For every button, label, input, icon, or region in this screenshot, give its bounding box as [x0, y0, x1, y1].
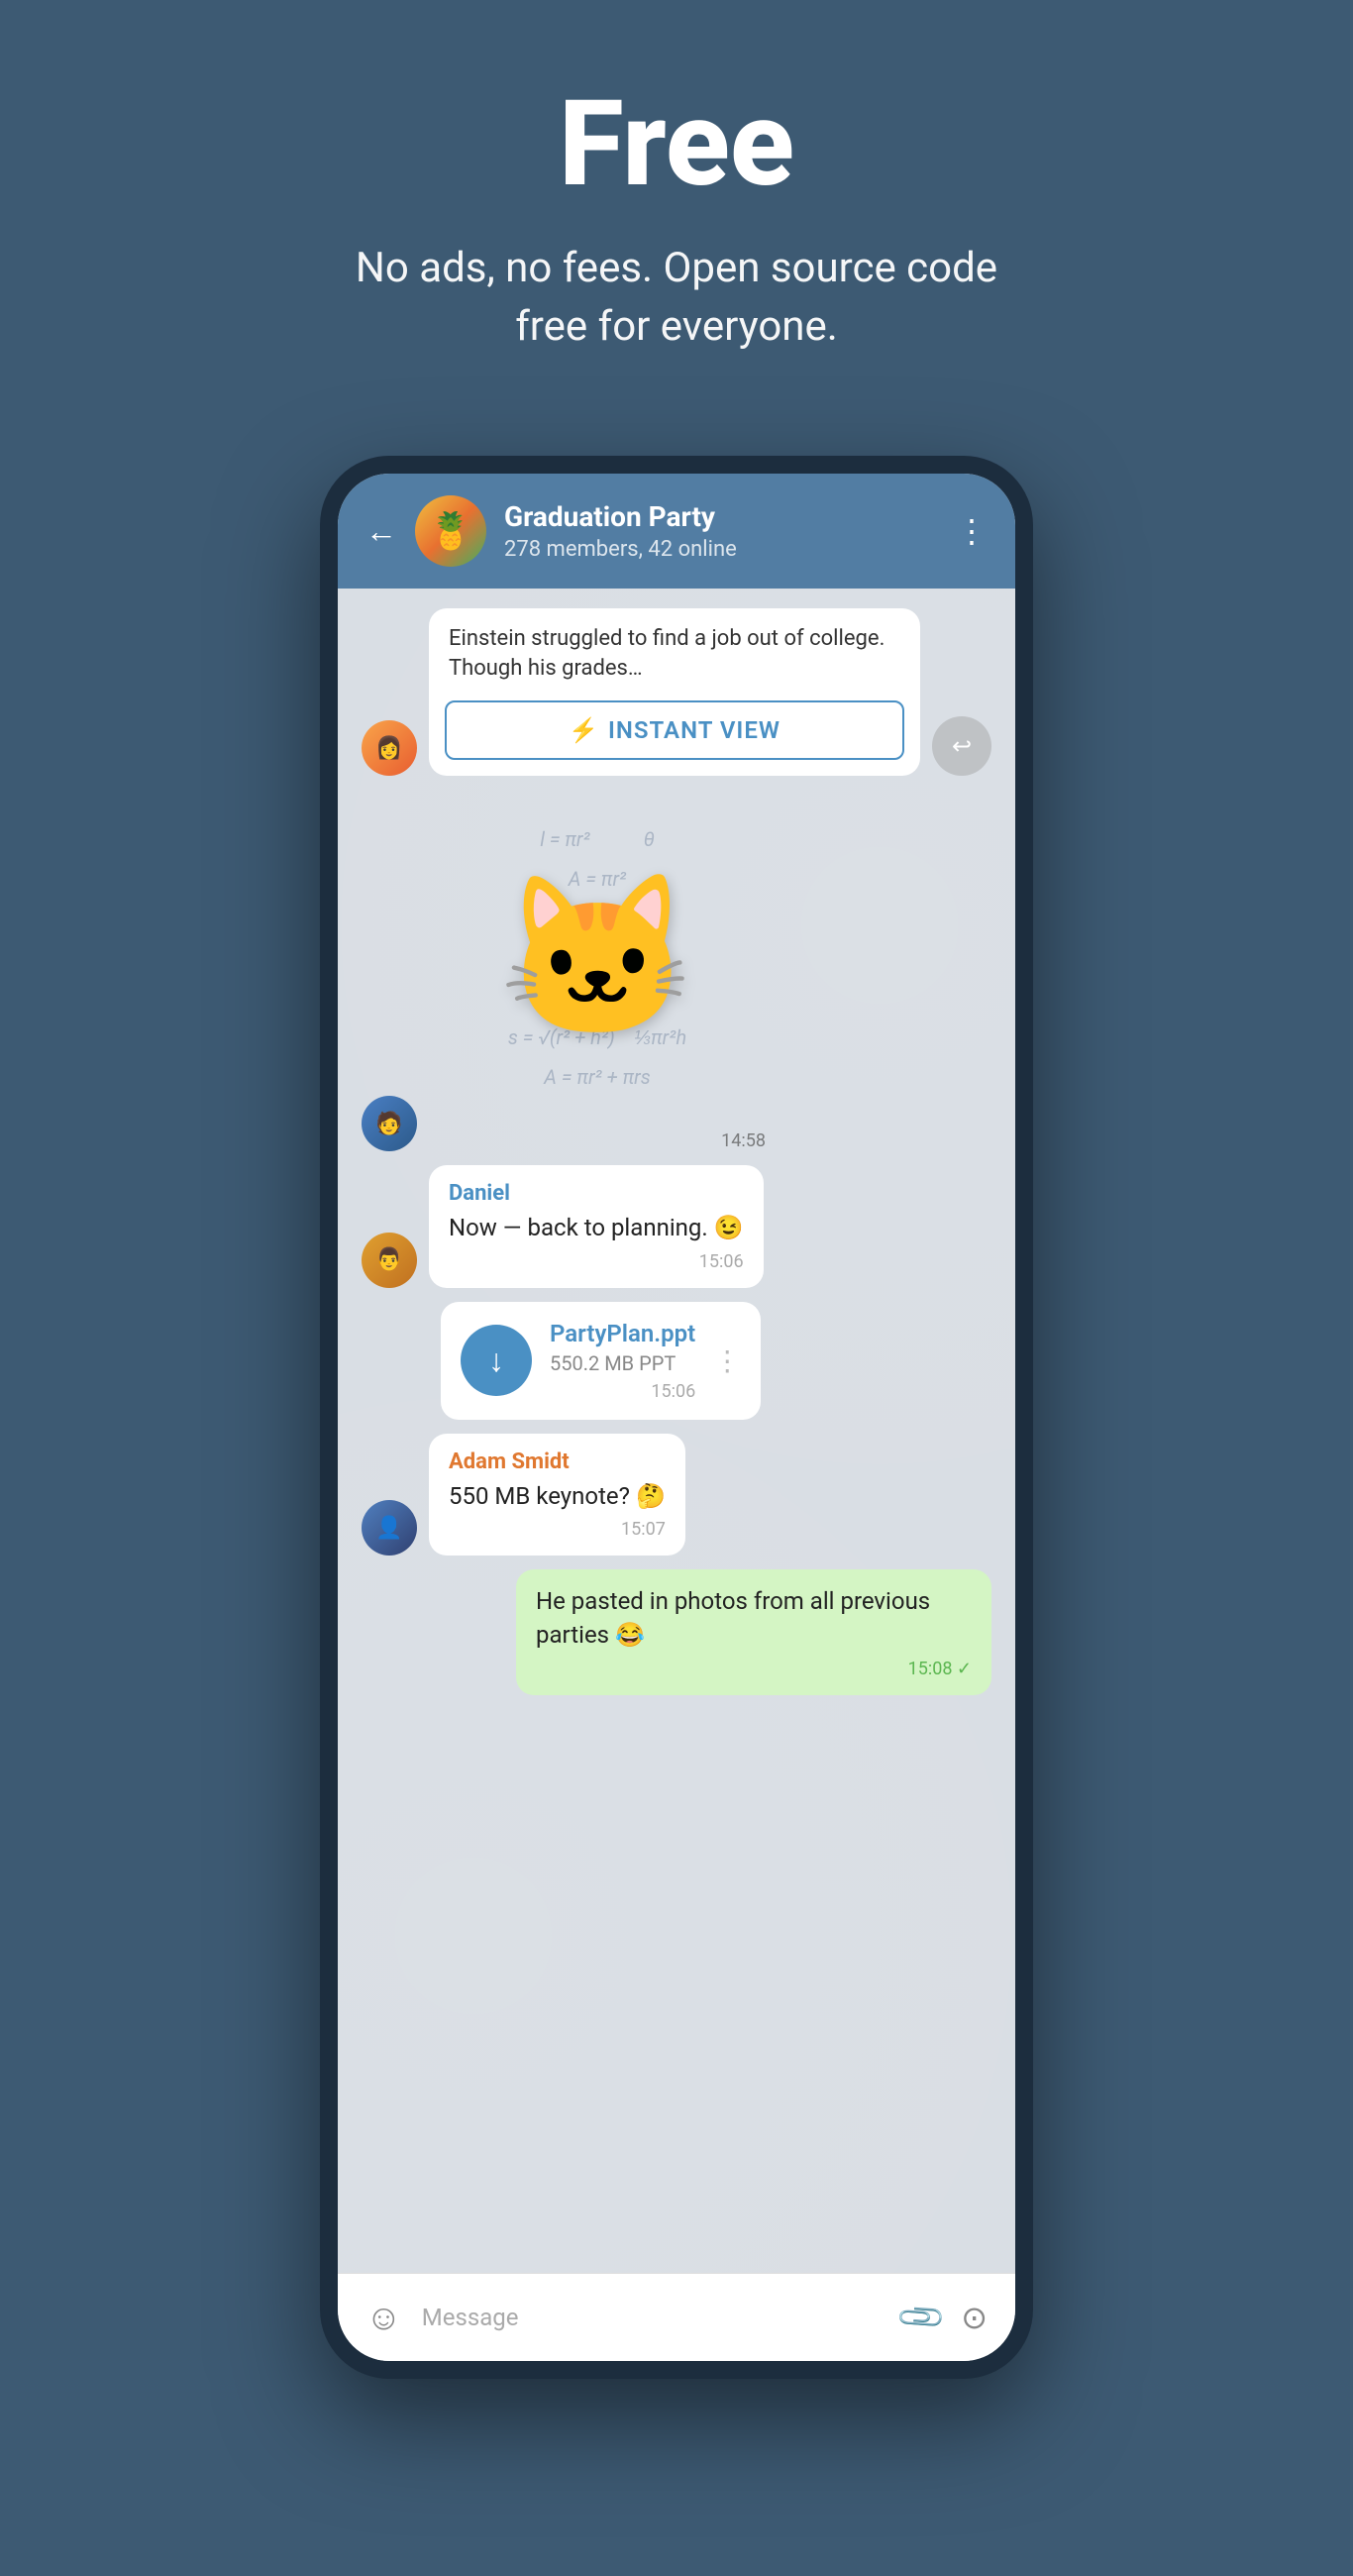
group-avatar: 🍍: [415, 495, 486, 567]
daniel-message-row: 👨 Daniel Now — back to planning. 😉 15:06: [362, 1165, 991, 1288]
cat-sticker: 🐱: [498, 866, 695, 1051]
attach-button[interactable]: 📎: [894, 2290, 949, 2344]
article-bubble: Einstein struggled to find a job out of …: [429, 608, 920, 777]
my-bubble: He pasted in photos from all previous pa…: [516, 1569, 991, 1694]
adam-message-row: 👤 Adam Smidt 550 MB keynote? 🤔 15:07: [362, 1434, 991, 1556]
instant-view-label: INSTANT VIEW: [608, 716, 781, 744]
download-button[interactable]: ↓: [461, 1325, 532, 1396]
instant-view-button[interactable]: ⚡ INSTANT VIEW: [445, 700, 904, 760]
chat-header: ← 🍍 Graduation Party 278 members, 42 onl…: [338, 474, 1015, 589]
sticker-math-bg: l = πr² θ A = πr² V = l³ P = 2πr A = πr³…: [429, 790, 766, 1127]
phone-screen: ← 🍍 Graduation Party 278 members, 42 onl…: [338, 474, 1015, 2361]
group-avatar-emoji: 🍍: [429, 510, 473, 552]
chat-body: 👩 Einstein struggled to find a job out o…: [338, 589, 1015, 2273]
share-icon: ↩: [952, 732, 972, 760]
article-text: Einstein struggled to find a job out of …: [429, 608, 920, 694]
avatar-daniel-emoji: 👨: [375, 1247, 402, 1272]
avatar-daniel: 👨: [362, 1233, 417, 1288]
check-mark-icon: ✓: [957, 1659, 972, 1679]
camera-button[interactable]: ⊙: [961, 2299, 988, 2336]
group-meta: 278 members, 42 online: [504, 537, 938, 562]
my-message-row: He pasted in photos from all previous pa…: [362, 1569, 991, 1694]
adam-message-time: 15:07: [449, 1519, 666, 1540]
group-info: Graduation Party 278 members, 42 online: [504, 500, 938, 562]
hero-subtitle: No ads, no fees. Open source code free f…: [330, 240, 1023, 357]
avatar-girl: 👩: [362, 720, 417, 776]
daniel-bubble: Daniel Now — back to planning. 😉 15:06: [429, 1165, 764, 1288]
my-message-text: He pasted in photos from all previous pa…: [536, 1585, 972, 1652]
file-message-row: ↓ PartyPlan.ppt 550.2 MB PPT 15:06 ⋮: [362, 1302, 991, 1420]
file-name: PartyPlan.ppt: [550, 1320, 695, 1347]
file-more-button[interactable]: ⋮: [713, 1344, 741, 1377]
file-meta: 550.2 MB PPT: [550, 1351, 695, 1375]
adam-sender-name: Adam Smidt: [449, 1449, 666, 1474]
adam-bubble: Adam Smidt 550 MB keynote? 🤔 15:07: [429, 1434, 685, 1556]
hero-title: Free: [330, 79, 1023, 210]
download-arrow-icon: ↓: [488, 1342, 504, 1379]
avatar-adam-emoji: 👤: [375, 1516, 402, 1541]
message-placeholder: Message: [422, 2304, 519, 2331]
chat-input-bar: ☺ Message 📎 ⊙: [338, 2273, 1015, 2361]
emoji-button[interactable]: ☺: [365, 2297, 402, 2338]
back-button[interactable]: ←: [365, 515, 397, 547]
avatar-adam: 👤: [362, 1500, 417, 1556]
group-name: Graduation Party: [504, 500, 938, 533]
sticker-time: 14:58: [429, 1130, 766, 1151]
phone-frame: ← 🍍 Graduation Party 278 members, 42 onl…: [320, 456, 1033, 2379]
message-input[interactable]: Message: [422, 2292, 883, 2343]
hero-section: Free No ads, no fees. Open source code f…: [310, 0, 1043, 416]
lightning-icon: ⚡: [569, 716, 598, 744]
more-button[interactable]: ⋮: [956, 512, 988, 550]
daniel-message-time: 15:06: [449, 1251, 744, 1272]
phone-wrapper: ← 🍍 Graduation Party 278 members, 42 onl…: [320, 456, 1033, 2379]
file-info: PartyPlan.ppt 550.2 MB PPT 15:06: [550, 1320, 695, 1402]
sticker-bubble: l = πr² θ A = πr² V = l³ P = 2πr A = πr³…: [429, 790, 766, 1127]
sticker-row: 🧑 l = πr² θ A = πr² V = l³ P = 2πr: [362, 790, 991, 1151]
article-message-row: 👩 Einstein struggled to find a job out o…: [362, 608, 991, 777]
adam-message-text: 550 MB keynote? 🤔: [449, 1480, 666, 1514]
avatar-girl-emoji: 👩: [375, 736, 402, 761]
daniel-sender-name: Daniel: [449, 1181, 744, 1206]
file-time: 15:06: [550, 1381, 695, 1402]
my-message-time: 15:08 ✓: [536, 1659, 972, 1679]
daniel-message-text: Now — back to planning. 😉: [449, 1212, 744, 1245]
avatar-boy1: 🧑: [362, 1096, 417, 1151]
share-button[interactable]: ↩: [932, 716, 991, 776]
avatar-boy1-emoji: 🧑: [375, 1112, 402, 1136]
file-bubble: ↓ PartyPlan.ppt 550.2 MB PPT 15:06 ⋮: [441, 1302, 761, 1420]
